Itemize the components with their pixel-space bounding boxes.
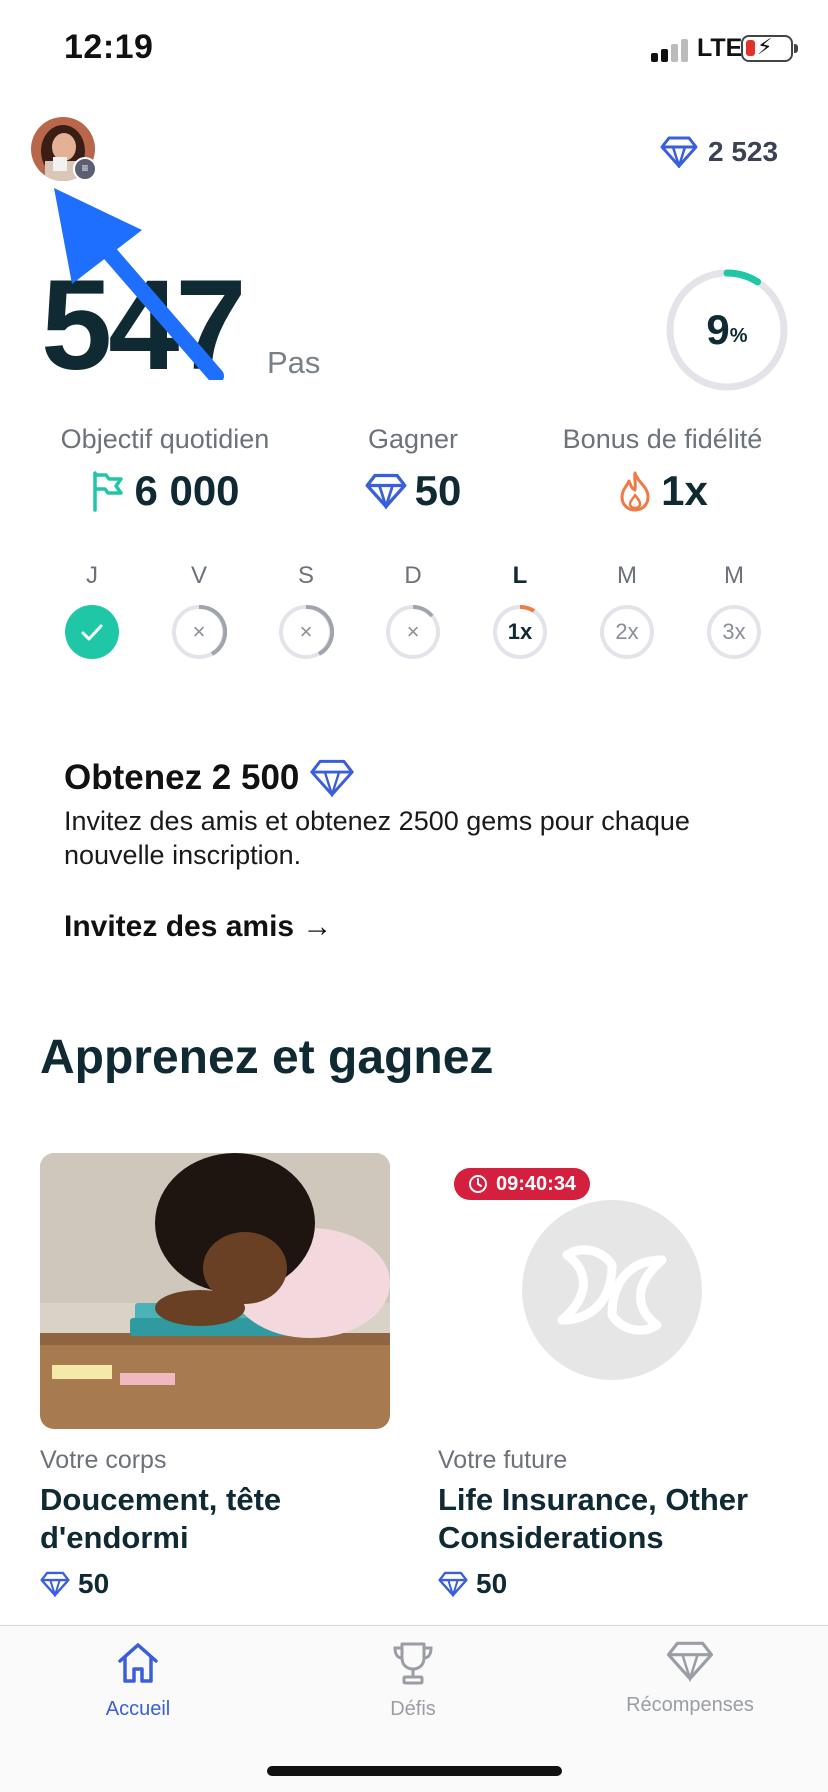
day-status-missed: × — [385, 604, 441, 660]
home-indicator — [267, 1766, 562, 1776]
day-status-missed: × — [278, 604, 334, 660]
progress-percent: 9 % — [665, 268, 789, 392]
day-label: V — [190, 562, 207, 589]
diamond-icon — [438, 1571, 468, 1597]
day-multiplier: 2x — [615, 619, 639, 644]
day-status-done — [64, 604, 120, 660]
loyalty-bonus-label: Bonus de fidélité — [562, 424, 763, 454]
course-image[interactable] — [40, 1153, 390, 1429]
tab-home-label: Accueil — [105, 1698, 171, 1720]
day-label: M — [724, 562, 744, 589]
close-icon: × — [192, 619, 206, 644]
today-multiplier: 1x — [507, 619, 533, 644]
countdown-value: 09:40:34 — [496, 1172, 577, 1195]
day-label: M — [617, 562, 637, 589]
invite-friends-link[interactable]: Invitez des amis → — [64, 910, 332, 944]
flame-icon — [620, 471, 650, 512]
home-icon — [118, 1643, 158, 1683]
flag-icon — [93, 471, 124, 512]
promo-title: Obtenez 2 500 — [64, 758, 355, 798]
close-icon: × — [406, 619, 420, 644]
day-multiplier: 3x — [722, 619, 746, 644]
course-reward-value: 50 — [476, 1568, 508, 1599]
day-status-future: 2x — [599, 604, 655, 660]
tab-rewards-label: Récompenses — [626, 1694, 754, 1716]
course-category: Votre corps — [40, 1446, 167, 1474]
countdown-badge: 09:40:34 — [454, 1168, 591, 1200]
course-reward: 50 — [40, 1568, 109, 1600]
leaf-logo-icon — [557, 1245, 667, 1335]
course-title[interactable]: Life Insurance, Other Considerations — [438, 1481, 798, 1557]
diamond-icon — [310, 759, 355, 797]
course-title[interactable]: Doucement, tête d'endormi — [40, 1481, 340, 1557]
promo-description: Invitez des amis et obtenez 2500 gems po… — [64, 806, 690, 870]
trophy-icon — [393, 1642, 433, 1685]
tab-home[interactable]: Accueil — [38, 1640, 238, 1721]
day-status-today: 1x — [492, 604, 548, 660]
steps-unit: Pas — [267, 345, 321, 380]
progress-value: 9 — [706, 306, 730, 353]
promo-title-text: Obtenez 2 500 — [64, 758, 300, 797]
status-time: 12:19 — [64, 28, 154, 66]
day-label: J — [86, 562, 98, 589]
gem-balance[interactable]: 2 523 — [660, 134, 778, 170]
tab-challenges[interactable]: Défis — [313, 1640, 513, 1721]
diamond-icon — [365, 473, 407, 509]
day-label: D — [404, 562, 422, 589]
day-label: S — [297, 562, 314, 589]
course-placeholder-image[interactable] — [522, 1200, 702, 1380]
battery-icon: ⚡ — [741, 35, 798, 62]
progress-suffix: % — [729, 324, 748, 347]
daily-goal-value: 6 000 — [134, 467, 240, 514]
daily-goal: 6 000 — [30, 466, 300, 516]
signal-icon — [651, 38, 691, 62]
day-status-missed: × — [171, 604, 227, 660]
tab-challenges-label: Défis — [390, 1698, 436, 1720]
course-reward-value: 50 — [78, 1568, 110, 1599]
diamond-icon — [660, 136, 698, 168]
menu-icon[interactable]: ≡ — [73, 157, 97, 181]
gem-balance-value: 2 523 — [708, 136, 779, 167]
diamond-icon — [666, 1641, 714, 1682]
loyalty-bonus-value: 1x — [661, 467, 708, 514]
clock-icon — [469, 1175, 487, 1193]
network-label: LTE — [697, 34, 743, 62]
annotation-arrow-icon — [54, 188, 224, 380]
diamond-icon — [40, 1571, 70, 1597]
section-title: Apprenez et gagnez — [40, 1031, 494, 1084]
tab-rewards[interactable]: Récompenses — [590, 1640, 790, 1717]
day-label-today: L — [512, 562, 528, 589]
earn: 50 — [313, 466, 513, 516]
course-reward: 50 — [438, 1568, 507, 1600]
day-status-future: 3x — [706, 604, 762, 660]
loyalty-bonus: 1x — [540, 466, 785, 516]
earn-value: 50 — [414, 467, 462, 514]
daily-goal-label: Objectif quotidien — [60, 424, 270, 454]
course-category: Votre future — [438, 1446, 568, 1474]
close-icon: × — [299, 619, 313, 644]
earn-label: Gagner — [367, 424, 459, 454]
